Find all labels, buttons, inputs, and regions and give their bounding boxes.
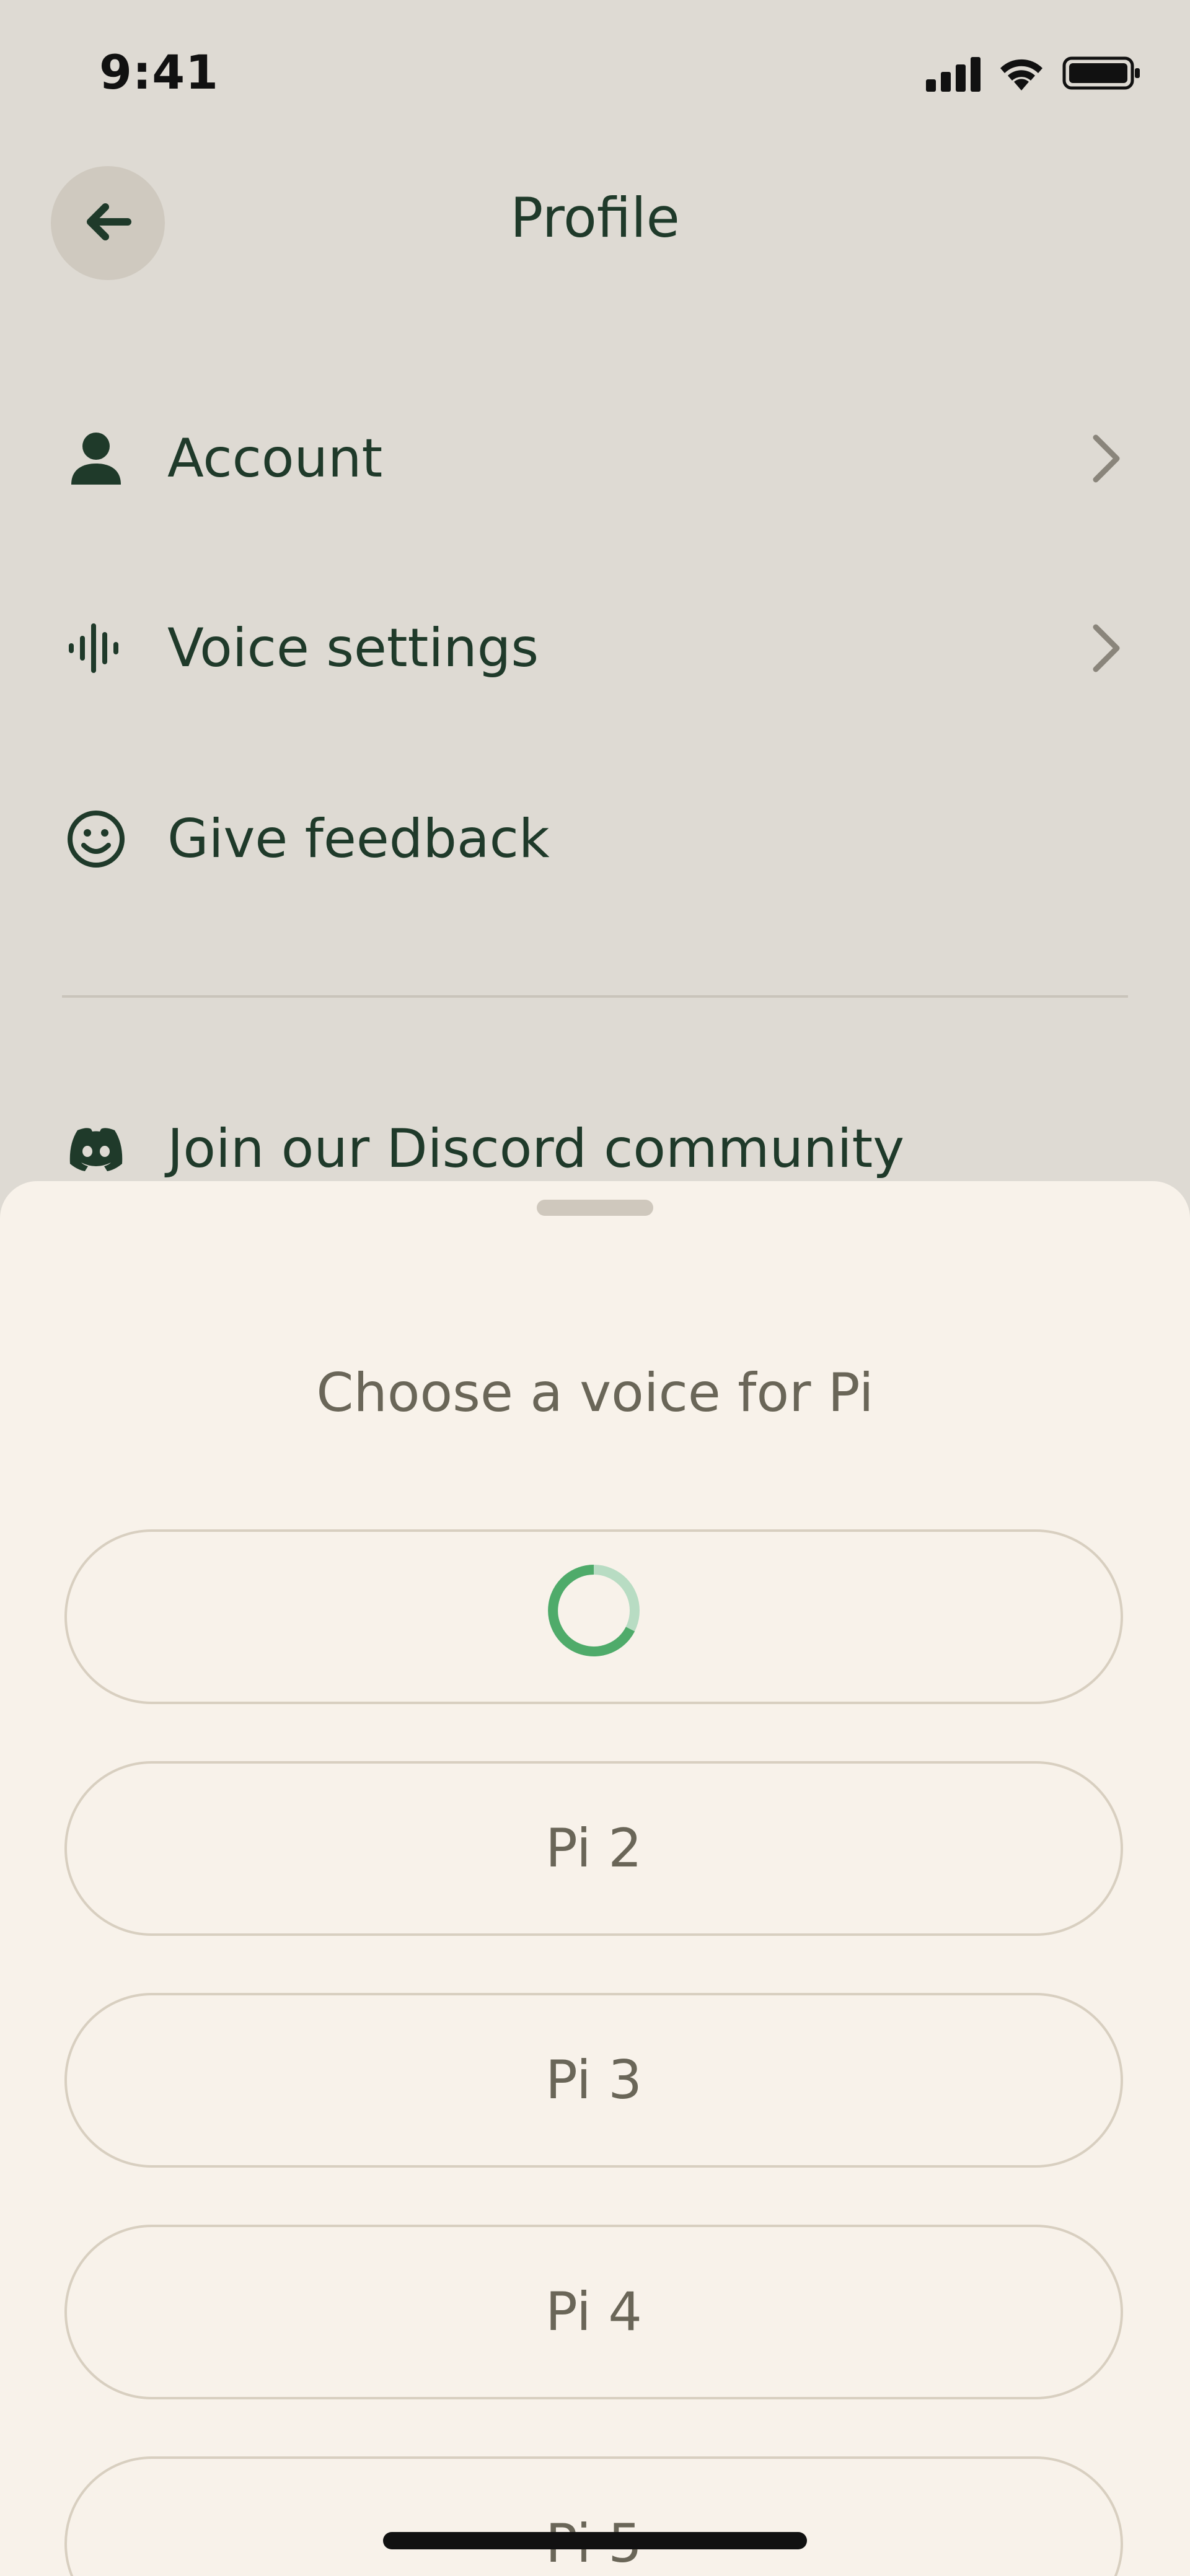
chevron-right-icon bbox=[1085, 431, 1128, 486]
voice-option-pi-5[interactable]: Pi 5 bbox=[64, 2456, 1123, 2576]
page-title: Profile bbox=[510, 186, 680, 250]
voice-picker-sheet: Choose a voice for Pi Pi 2 Pi 3 Pi 4 Pi … bbox=[0, 1181, 1190, 2576]
menu-item-account[interactable]: Account bbox=[62, 415, 1128, 502]
voice-option-pi-2[interactable]: Pi 2 bbox=[64, 1761, 1123, 1936]
voice-option-label: Pi 2 bbox=[545, 1818, 642, 1879]
smiley-icon bbox=[62, 805, 130, 873]
menu-item-label: Account bbox=[167, 428, 383, 490]
voice-option-pi-3[interactable]: Pi 3 bbox=[64, 1993, 1123, 2168]
status-icons bbox=[926, 52, 1142, 92]
person-icon bbox=[62, 424, 130, 493]
loading-spinner-icon bbox=[544, 1561, 643, 1673]
voice-option-label: Pi 4 bbox=[545, 2281, 642, 2343]
status-time: 9:41 bbox=[99, 45, 219, 100]
menu-item-voice-settings[interactable]: Voice settings bbox=[62, 605, 1128, 692]
menu-item-label: Give feedback bbox=[167, 808, 550, 870]
sheet-grabber[interactable] bbox=[537, 1200, 653, 1216]
discord-icon bbox=[62, 1115, 130, 1183]
voice-option-label: Pi 3 bbox=[545, 2049, 642, 2111]
menu-item-give-feedback[interactable]: Give feedback bbox=[62, 796, 1128, 882]
cellular-signal-icon bbox=[926, 55, 981, 92]
voice-option-loading[interactable] bbox=[64, 1529, 1123, 1704]
sheet-title: Choose a voice for Pi bbox=[316, 1362, 874, 1424]
profile-screen: 9:41 Profile Account Voice settings Give… bbox=[0, 0, 1190, 2576]
home-indicator[interactable] bbox=[383, 2532, 807, 2549]
voice-option-pi-4[interactable]: Pi 4 bbox=[64, 2225, 1123, 2399]
menu-item-label: Join our Discord community bbox=[167, 1118, 905, 1180]
menu-divider bbox=[62, 995, 1128, 998]
chevron-right-icon bbox=[1085, 620, 1128, 676]
audio-waveform-icon bbox=[62, 614, 130, 682]
menu-item-label: Voice settings bbox=[167, 617, 539, 679]
menu-item-discord[interactable]: Join our Discord community bbox=[62, 1106, 1128, 1192]
wifi-icon bbox=[997, 55, 1046, 92]
battery-icon bbox=[1062, 55, 1142, 92]
